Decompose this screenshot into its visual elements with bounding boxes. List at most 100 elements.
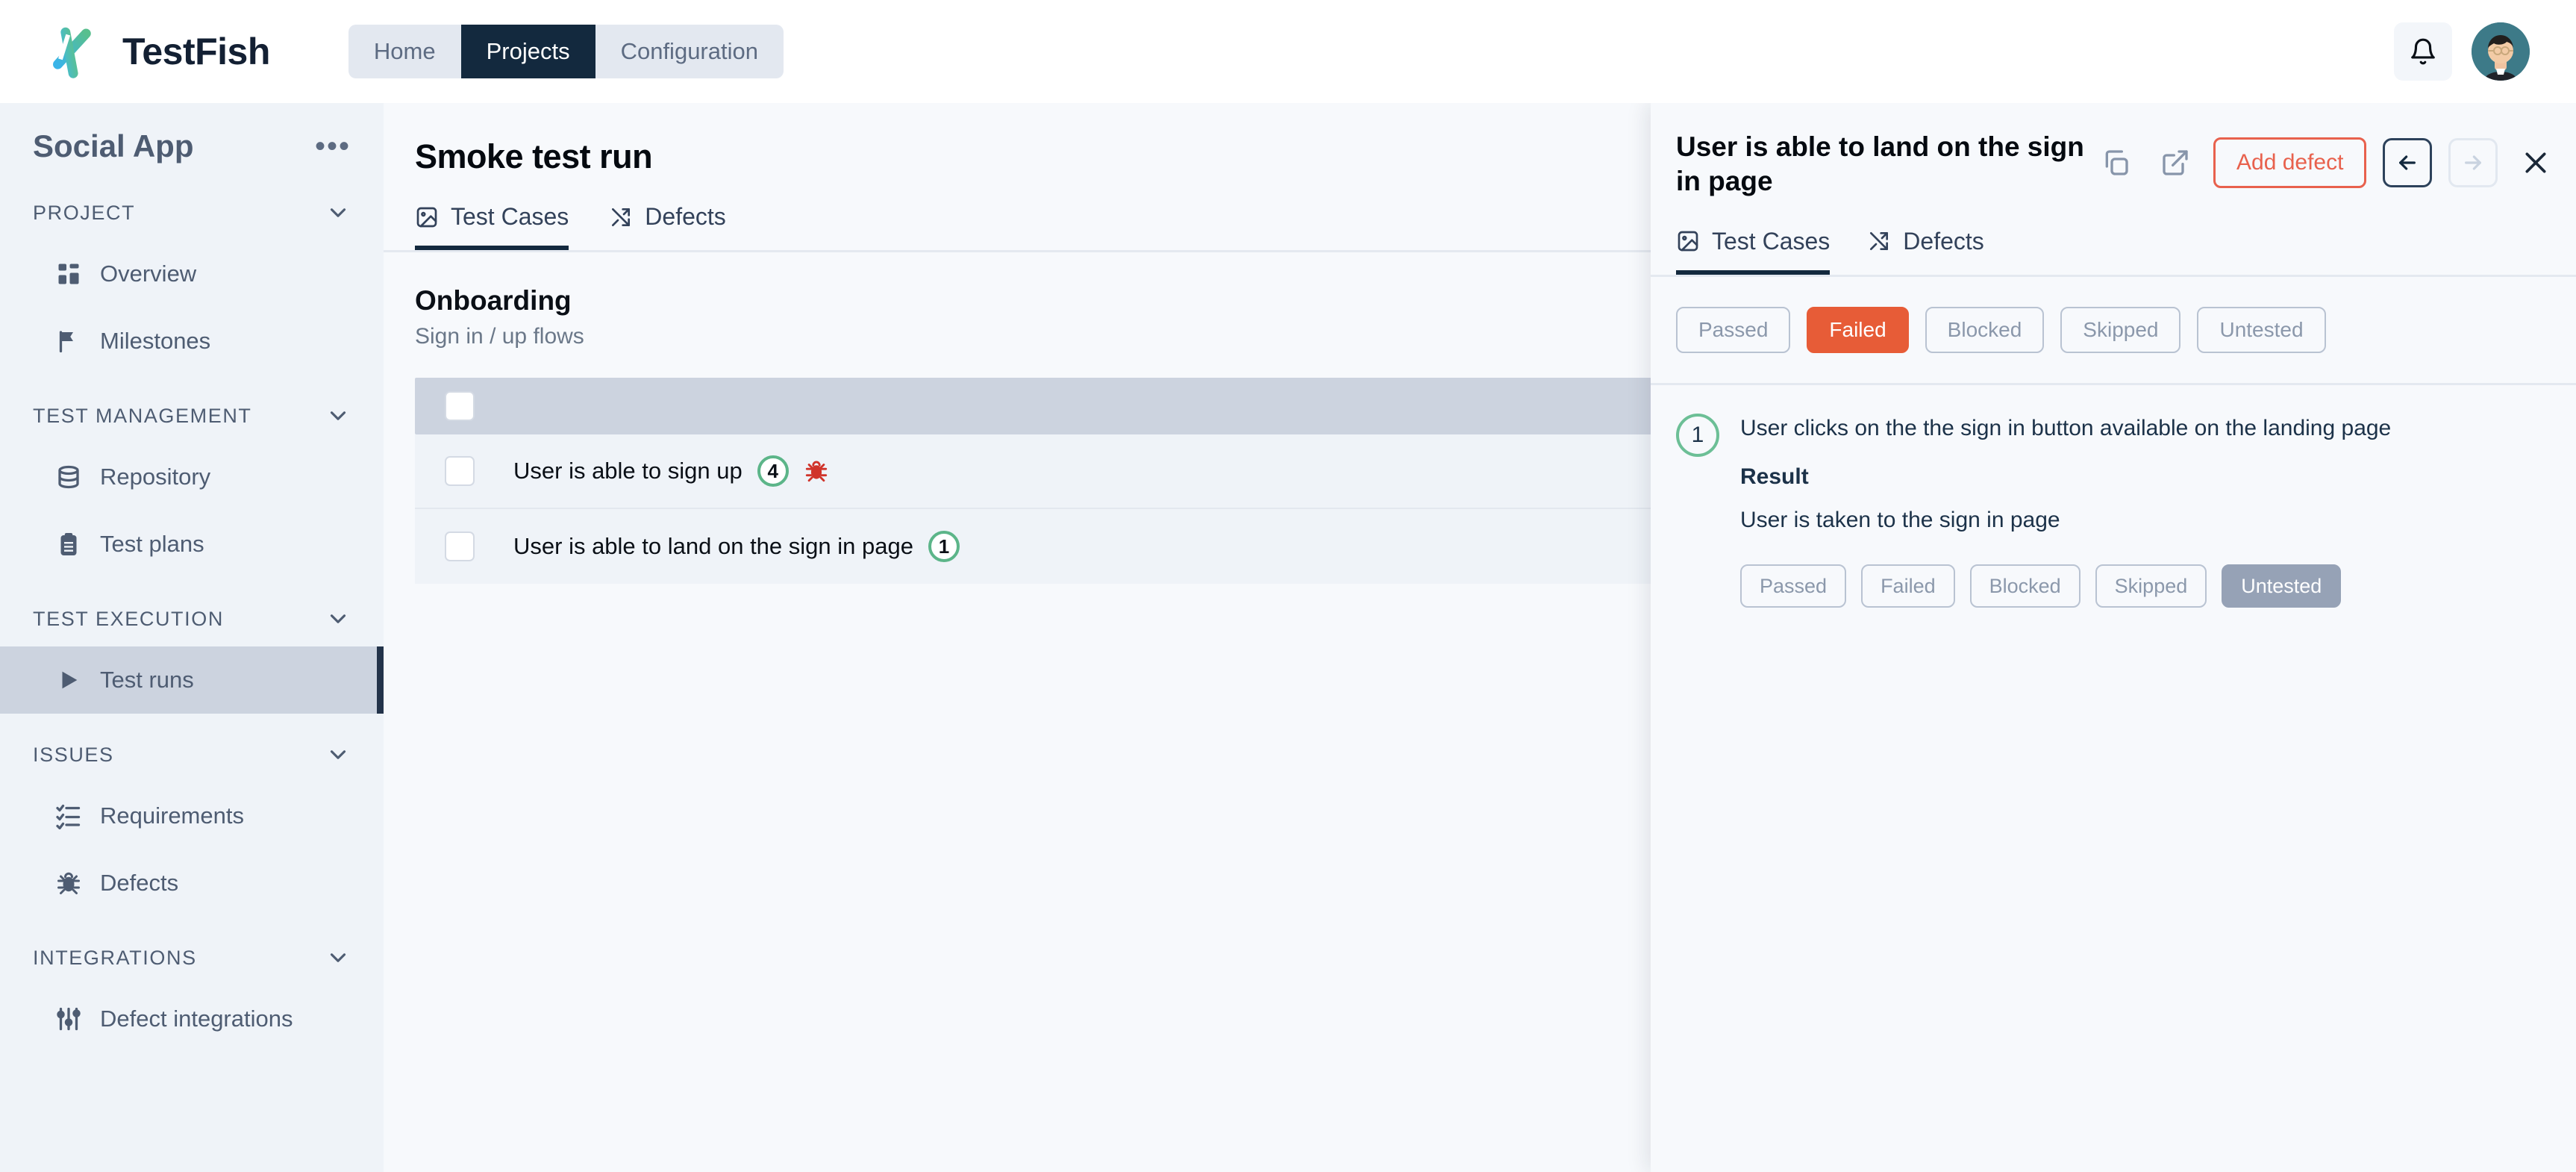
sidebar-section-label: TEST MANAGEMENT <box>33 404 252 427</box>
chevron-down-icon <box>330 411 346 420</box>
select-all-checkbox[interactable] <box>445 391 475 421</box>
row-checkbox[interactable] <box>445 456 475 486</box>
nav-home[interactable]: Home <box>348 25 461 78</box>
sidebar-item-repository[interactable]: Repository <box>0 443 384 511</box>
dashboard-icon <box>54 259 84 289</box>
step-status-passed[interactable]: Passed <box>1740 564 1847 608</box>
open-external-icon[interactable] <box>2154 141 2197 184</box>
add-defect-button[interactable]: Add defect <box>2213 137 2367 188</box>
test-step: 1 User clicks on the the sign in button … <box>1651 385 2576 608</box>
arrow-right-icon <box>2465 155 2482 170</box>
panel-tab-test-cases[interactable]: Test Cases <box>1676 227 1831 275</box>
sidebar-item-label: Defects <box>100 870 179 896</box>
close-panel-button[interactable] <box>2514 141 2557 184</box>
step-status-blocked[interactable]: Blocked <box>1969 564 2081 608</box>
chevron-down-icon <box>330 750 346 759</box>
step-result-text: User is taken to the sign in page <box>1740 508 2060 532</box>
sidebar-section-label: PROJECT <box>33 201 136 224</box>
tab-defects[interactable]: Defects <box>609 203 726 250</box>
project-menu-icon[interactable]: ••• <box>315 131 351 161</box>
step-count-badge: 1 <box>928 531 960 562</box>
sidebar-item-label: Test runs <box>100 667 194 693</box>
sidebar-item-label: Repository <box>100 464 211 490</box>
test-case-name: User is able to land on the sign in page <box>513 533 913 559</box>
sidebar-item-defect-integrations[interactable]: Defect integrations <box>0 985 384 1053</box>
chevron-down-icon <box>330 953 346 962</box>
case-status-untested[interactable]: Untested <box>2197 306 2326 353</box>
database-icon <box>54 462 84 492</box>
sidebar: Social App ••• PROJECT Overview Mileston… <box>0 103 384 1172</box>
bug-icon <box>54 868 84 898</box>
sidebar-item-test-plans[interactable]: Test plans <box>0 511 384 578</box>
tab-label: Defects <box>645 203 726 230</box>
top-bar: TestFish Home Projects Configuration <box>0 0 2576 103</box>
sidebar-section-test-execution[interactable]: TEST EXECUTION <box>0 591 384 646</box>
row-checkbox[interactable] <box>445 532 475 561</box>
brand[interactable]: TestFish <box>46 19 270 84</box>
step-status-group: Passed Failed Blocked Skipped Untested <box>1740 564 2551 608</box>
step-status-failed[interactable]: Failed <box>1861 564 1955 608</box>
step-description: User clicks on the the sign in button av… <box>1740 415 2392 440</box>
panel-tabs: Test Cases Defects <box>1651 228 2576 275</box>
image-card-icon <box>416 207 437 227</box>
avatar[interactable] <box>2472 22 2530 81</box>
case-status-blocked[interactable]: Blocked <box>1925 306 2045 353</box>
bug-icon[interactable] <box>804 458 829 484</box>
sidebar-item-overview[interactable]: Overview <box>0 240 384 308</box>
sidebar-item-label: Overview <box>100 261 197 287</box>
test-case-detail-panel: User is able to land on the sign in page… <box>1651 103 2576 1172</box>
sidebar-section-issues[interactable]: ISSUES <box>0 727 384 782</box>
case-status-failed[interactable]: Failed <box>1807 306 1909 353</box>
bell-icon <box>2411 38 2435 65</box>
app-root: TestFish Home Projects Configuration Soc… <box>0 0 2576 1172</box>
close-icon <box>2525 152 2546 173</box>
sidebar-item-label: Milestones <box>100 328 211 354</box>
step-result-label: Result <box>1740 464 1809 489</box>
sliders-icon <box>54 1004 84 1034</box>
project-header: Social App ••• <box>0 103 384 172</box>
list-checks-icon <box>54 801 84 831</box>
case-status-skipped[interactable]: Skipped <box>2060 306 2181 353</box>
copy-icon[interactable] <box>2094 141 2137 184</box>
tab-label: Test Cases <box>451 203 569 230</box>
sidebar-item-label: Defect integrations <box>100 1006 293 1032</box>
panel-tab-label: Test Cases <box>1712 227 1831 255</box>
panel-header: User is able to land on the sign in page… <box>1651 103 2576 199</box>
step-count-badge: 4 <box>757 455 789 487</box>
nav-projects[interactable]: Projects <box>460 25 595 78</box>
test-case-name: User is able to sign up <box>513 458 743 484</box>
notifications-button[interactable] <box>2394 22 2452 81</box>
tab-test-cases[interactable]: Test Cases <box>415 203 569 250</box>
shuffle-icon <box>612 208 631 226</box>
sidebar-item-test-runs[interactable]: Test runs <box>0 646 384 714</box>
panel-actions: Add defect <box>2094 130 2557 188</box>
flag-icon <box>54 326 84 356</box>
chevron-down-icon <box>330 614 346 623</box>
step-status-untested[interactable]: Untested <box>2222 564 2342 608</box>
sidebar-item-requirements[interactable]: Requirements <box>0 782 384 850</box>
page-title: Smoke test run <box>415 137 653 175</box>
nav-configuration[interactable]: Configuration <box>595 25 784 78</box>
previous-case-button[interactable] <box>2383 138 2433 187</box>
sidebar-section-integrations[interactable]: INTEGRATIONS <box>0 930 384 985</box>
sidebar-section-label: ISSUES <box>33 743 114 766</box>
sidebar-item-defects[interactable]: Defects <box>0 850 384 917</box>
play-icon <box>54 665 84 695</box>
top-bar-right <box>2394 0 2530 103</box>
case-status-group: Passed Failed Blocked Skipped Untested <box>1651 277 2576 353</box>
main-nav: Home Projects Configuration <box>348 25 784 78</box>
image-card-icon <box>1678 231 1698 252</box>
panel-tab-defects[interactable]: Defects <box>1867 227 1984 275</box>
chevron-down-icon <box>330 208 346 217</box>
case-status-passed[interactable]: Passed <box>1676 306 1791 353</box>
arrow-left-icon <box>2399 155 2416 170</box>
panel-tab-label: Defects <box>1903 227 1984 255</box>
step-number: 1 <box>1676 413 1719 457</box>
shuffle-icon <box>1870 232 1889 250</box>
testfish-logo-icon <box>53 27 91 78</box>
next-case-button[interactable] <box>2448 138 2498 187</box>
sidebar-section-test-management[interactable]: TEST MANAGEMENT <box>0 388 384 443</box>
sidebar-item-milestones[interactable]: Milestones <box>0 308 384 375</box>
sidebar-section-project[interactable]: PROJECT <box>0 185 384 240</box>
step-status-skipped[interactable]: Skipped <box>2095 564 2207 608</box>
